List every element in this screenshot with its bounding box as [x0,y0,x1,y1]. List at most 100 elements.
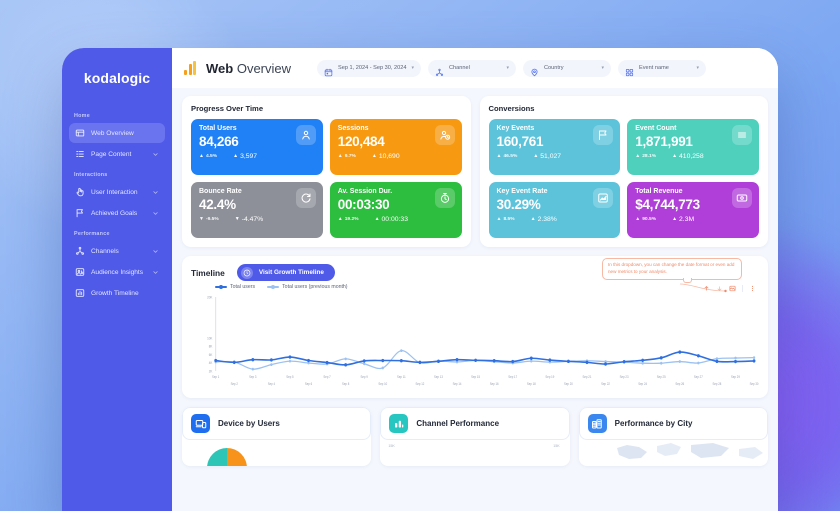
sidebar-item-growth-timeline[interactable]: Growth Timeline [69,283,165,303]
arrow-up-icon: ▲ [672,152,678,159]
devices-icon [191,414,210,433]
page-title-light: Overview [236,60,292,76]
legend-item-total-users: Total users [215,284,255,290]
dropdown-callout-tooltip: In this dropdown, you can change the dat… [602,258,742,283]
visit-growth-timeline-button[interactable]: Visit Growth Timeline [236,264,335,281]
filter-chip-label: Country [543,65,564,71]
world-map [616,443,763,459]
arrow-up-icon: ▲ [233,152,239,159]
svg-text:Sep 23: Sep 23 [620,375,629,379]
arrow-up-icon: ▲ [374,215,380,222]
filter-chip-country[interactable]: Country ▾ [522,59,611,77]
svg-text:Sep 4: Sep 4 [268,382,276,386]
timeline-panel: Timeline Visit Growth Timeline In this d… [182,256,768,398]
svg-text:Sep 22: Sep 22 [601,382,610,386]
kpi-card-key-events[interactable]: Key Events 160,761 ▲ 46.5% ▲ 51,027 [488,119,621,175]
share-nodes-icon [75,246,85,256]
progress-kpi-grid: Total Users 84,266 ▲ 4.5% ▲ 3,597 Sessions 120,… [191,119,462,238]
progress-over-time-panel: Progress Over Time Total Users 84,266 ▲ 4.5… [182,96,471,247]
window-icon [75,128,85,138]
sidebar-item-user-interaction[interactable]: User Interaction [69,182,165,202]
filter-chip-sep-1-2024-sep-30-2024[interactable]: Sep 1, 2024 - Sep 30, 2024 ▾ [317,59,421,77]
svg-text:Sep 20: Sep 20 [564,382,573,386]
kpi-delta: ▼ -9.5% [199,215,219,222]
arrow-down-icon: ▼ [199,215,204,222]
svg-text:8K: 8K [209,344,213,348]
sidebar-nav: Home Web Overview Page Content Interactions… [62,106,172,303]
kpi-sub-value: ▲ 2.3M [672,215,695,223]
app-window: kodalogic Home Web Overview Page Content In… [62,48,778,511]
sidebar-item-channels[interactable]: Channels [69,241,165,261]
flag-icon [75,208,85,218]
svg-text:20K: 20K [207,295,213,299]
user-icon [295,125,316,145]
kpi-delta: ▲ 46.5% [496,152,518,159]
kpi-footer: ▲ 9.7% ▲ 10,690 [338,153,455,160]
donut-chart [207,448,247,466]
arrow-up-icon: ▲ [635,152,641,159]
svg-text:Sep 5: Sep 5 [286,375,294,379]
bottom-card-header[interactable]: Device by Users [182,407,372,440]
sidebar-item-audience-insights[interactable]: Audience Insights [69,262,165,282]
filter-chips: Sep 1, 2024 - Sep 30, 2024 ▾ Channel ▾ Count… [317,59,706,77]
svg-text:Sep 7: Sep 7 [323,375,331,379]
chevron-down-icon[interactable]: ▾ [696,65,699,71]
legend-swatch [267,284,280,289]
kpi-delta: ▲ 90.5% [635,215,657,222]
sidebar-item-page-content[interactable]: Page Content [69,144,165,164]
svg-text:Sep 2: Sep 2 [231,382,239,386]
chevron-down-icon[interactable]: ▾ [411,65,414,71]
kpi-sub-value: ▲ 51,027 [533,152,562,160]
kpi-card-bounce-rate[interactable]: Bounce Rate 42.4% ▼ -9.5% ▼ -4.47% [191,182,323,238]
bottom-card-header[interactable]: Performance by City [578,407,768,440]
sidebar-item-achieved-goals[interactable]: Achieved Goals [69,203,165,223]
chevron-down-icon[interactable] [152,151,159,158]
svg-text:Sep 17: Sep 17 [508,375,517,379]
chevron-down-icon[interactable]: ▾ [506,65,509,71]
svg-text:Sep 26: Sep 26 [675,382,684,386]
arrow-up-icon: ▲ [199,152,204,159]
chevron-down-icon[interactable]: ▾ [601,65,604,71]
flag-icon [593,125,614,145]
bottom-card-header[interactable]: Channel Performance [380,407,570,440]
kpi-sub-value: ▼ -4.47% [234,215,264,223]
conversions-kpi-grid: Key Events 160,761 ▲ 46.5% ▲ 51,027 Event Coun… [488,119,759,238]
bottom-card-title: Performance by City [614,419,693,428]
chevron-down-icon[interactable] [152,189,159,196]
nav-group-label: Performance [74,231,110,237]
svg-text:Sep 18: Sep 18 [527,382,536,386]
bottom-card-performance-by-city[interactable]: Performance by City [578,407,768,466]
kpi-card-av-session-dur-[interactable]: Av. Session Dur. 00:03:30 ▲ 19.2% ▲ 00:00:33 [329,182,462,238]
kpi-card-total-users[interactable]: Total Users 84,266 ▲ 4.5% ▲ 3,597 [191,119,323,175]
kpi-card-event-count[interactable]: Event Count 1,871,991 ▲ 28.1% ▲ 410,258 [627,119,759,175]
arrow-up-icon: ▲ [635,215,641,222]
chevron-down-icon[interactable] [152,269,159,276]
kpi-sub-value: ▲ 3,597 [233,152,258,160]
panel-title: Conversions [488,104,535,113]
filter-chip-label: Channel [448,65,470,71]
mini-axis-left: 15K [388,444,395,448]
svg-text:Sep 13: Sep 13 [434,375,443,379]
bottom-card-body: 15K 15K [380,440,569,466]
filter-chip-event-name[interactable]: Event name ▾ [617,59,706,77]
filter-chip-label: Event name [638,65,669,71]
chevron-down-icon[interactable] [152,248,159,255]
kodalogic-bars-icon [184,61,196,75]
topbar: Web Overview Sep 1, 2024 - Sep 30, 2024 ▾… [172,48,778,88]
chart-box-icon [75,288,85,298]
chevron-down-icon[interactable] [152,210,159,217]
kpi-card-key-event-rate[interactable]: Key Event Rate 30.29% ▲ 8.5% ▲ 2.38% [488,182,621,238]
kpi-card-sessions[interactable]: Sessions 120,484 ▲ 9.7% ▲ 10,690 [329,119,462,175]
bottom-card-device-by-users[interactable]: Device by Users [182,407,372,466]
svg-text:6K: 6K [209,353,213,357]
sidebar-item-web-overview[interactable]: Web Overview [69,123,165,143]
kpi-footer: ▲ 8.5% ▲ 2.38% [497,216,614,223]
filter-chip-channel[interactable]: Channel ▾ [427,59,516,77]
panel-title: Progress Over Time [191,104,264,113]
kpi-card-total-revenue[interactable]: Total Revenue $4,744,773 ▲ 90.5% ▲ 2.3M [627,182,759,238]
bottom-card-channel-performance[interactable]: Channel Performance 15K 15K [380,407,570,466]
menu-lines-icon [732,125,752,145]
brand-logo: kodalogic [83,70,151,86]
kpi-panels-row: Progress Over Time Total Users 84,266 ▲ 4.5… [182,96,768,247]
bottom-card-body [579,440,768,466]
